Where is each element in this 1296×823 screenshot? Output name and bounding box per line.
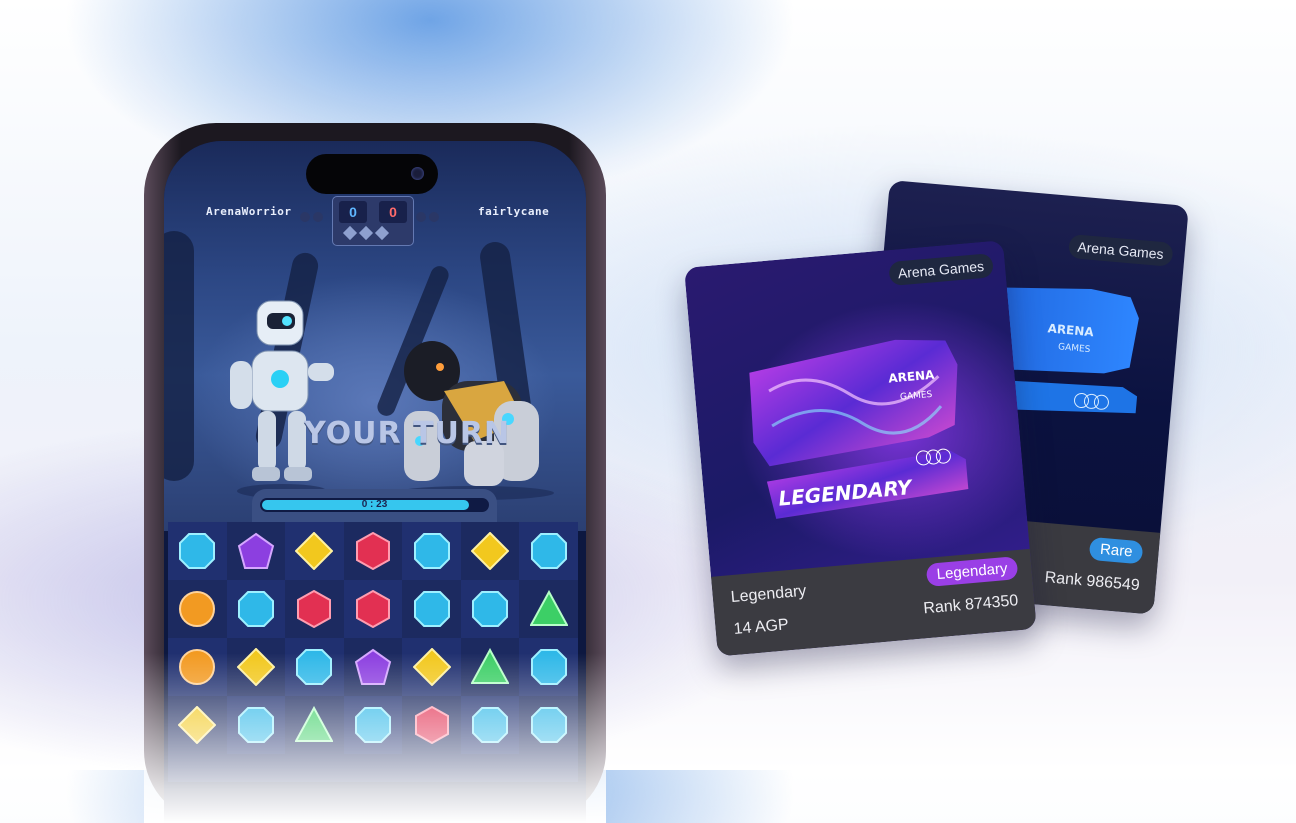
timer-text: 0 : 23	[361, 499, 388, 510]
red-gem[interactable]	[285, 580, 344, 638]
orange-gem[interactable]	[168, 580, 227, 638]
turn-indicator: YOUR TURN	[304, 416, 511, 451]
blue-gem[interactable]	[226, 580, 286, 638]
phone-mockup: ArenaWorrior 0 0 fairlycane YOUR TURN 0 …	[144, 123, 606, 823]
camera-icon	[411, 167, 424, 180]
dynamic-island	[306, 154, 438, 194]
yellow-gem[interactable]	[285, 522, 344, 580]
card-brand-badge: Arena Games	[887, 253, 994, 287]
turn-timer-bar: 0 : 23	[260, 498, 489, 512]
battle-scene: ArenaWorrior 0 0 fairlycane YOUR TURN 0 …	[164, 141, 586, 531]
purple-gem[interactable]	[227, 522, 286, 580]
bottom-fade	[144, 653, 606, 823]
match-hud: ArenaWorrior 0 0 fairlycane	[164, 196, 586, 246]
card-rank: Rank 874350	[922, 592, 1020, 618]
player-left-lives	[300, 209, 328, 222]
card-rank: Rank 986549	[1044, 569, 1141, 595]
player-right-lives	[416, 209, 444, 222]
scoreboard: 0 0	[332, 196, 414, 246]
blue-gem[interactable]	[402, 580, 461, 638]
card-price: 14 AGP	[732, 616, 790, 639]
blue-gem[interactable]	[168, 522, 227, 580]
card-name: Legendary	[730, 582, 807, 607]
rarity-pill: Rare	[1089, 536, 1144, 565]
robot-character	[230, 300, 334, 498]
nft-card-legendary[interactable]: Arena Games ARENA GAMES LEGENDARY Legend…	[684, 240, 1037, 657]
blue-gem[interactable]	[402, 522, 461, 580]
legendary-ticket-art: ARENA GAMES LEGENDARY	[749, 339, 969, 519]
red-gem[interactable]	[344, 522, 403, 580]
blue-gem[interactable]	[519, 522, 578, 580]
tree-silhouette	[164, 231, 194, 481]
yellow-gem[interactable]	[461, 522, 520, 580]
blue-gem[interactable]	[460, 580, 520, 638]
player-right-name: fairlycane	[478, 205, 550, 218]
green-gem[interactable]	[519, 580, 578, 638]
red-gem[interactable]	[343, 580, 403, 638]
rarity-pill: Legendary	[925, 556, 1019, 587]
score-right: 0	[379, 201, 407, 223]
card-footer: Legendary 14 AGP Legendary Rank 874350	[711, 548, 1037, 657]
score-left: 0	[339, 201, 367, 223]
round-indicators	[342, 225, 401, 241]
card-brand-badge: Arena Games	[1067, 233, 1174, 267]
player-left-name: ArenaWorrior	[206, 205, 292, 218]
